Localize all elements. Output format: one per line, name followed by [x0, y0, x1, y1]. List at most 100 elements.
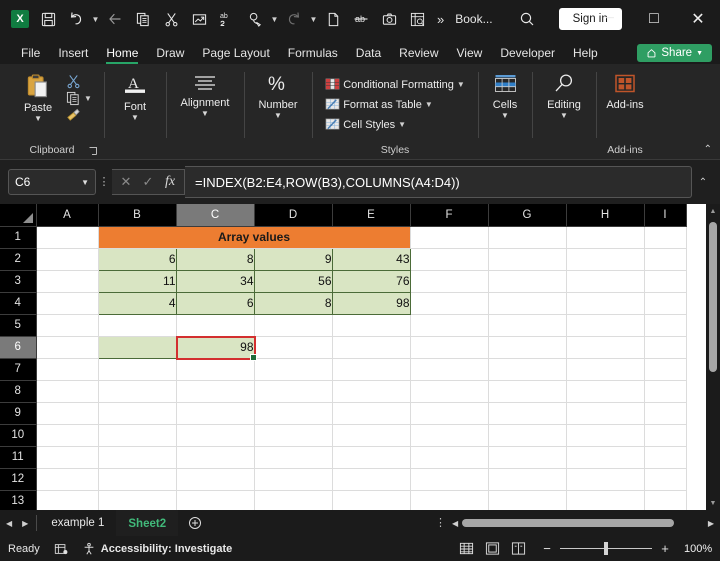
tab-developer[interactable]: Developer: [491, 46, 564, 64]
insert-chart-icon[interactable]: [185, 5, 213, 33]
cell-g6[interactable]: [488, 336, 567, 359]
scroll-up-arrow-icon[interactable]: ▲: [706, 204, 720, 218]
cell-i8[interactable]: [644, 380, 687, 403]
cell-g2[interactable]: [488, 248, 567, 271]
cell-f12[interactable]: [410, 468, 489, 491]
row-header-12[interactable]: 12: [0, 468, 37, 491]
cell-c7[interactable]: [176, 358, 255, 381]
cell-b10[interactable]: [98, 424, 177, 447]
hscroll-left-arrow-icon[interactable]: ◀: [452, 519, 458, 528]
cell-f6[interactable]: [410, 336, 489, 359]
cell-a5[interactable]: [36, 314, 99, 337]
cell-a11[interactable]: [36, 446, 99, 469]
clipboard-dialog-launcher-icon[interactable]: [88, 146, 98, 156]
cell-e10[interactable]: [332, 424, 411, 447]
zoom-out-button[interactable]: −: [541, 541, 553, 556]
cell-styles-caret-icon[interactable]: ▼: [398, 120, 406, 129]
row-header-1[interactable]: 1: [0, 226, 37, 249]
row-header-4[interactable]: 4: [0, 292, 37, 315]
cell-g4[interactable]: [488, 292, 567, 315]
cell-f10[interactable]: [410, 424, 489, 447]
tab-data[interactable]: Data: [347, 46, 390, 64]
cell-d8[interactable]: [254, 380, 333, 403]
zoom-slider-thumb[interactable]: [604, 542, 608, 555]
cell-a2[interactable]: [36, 248, 99, 271]
cell-g3[interactable]: [488, 270, 567, 293]
cell-a3[interactable]: [36, 270, 99, 293]
undo-dropdown-caret-icon[interactable]: ▼: [90, 5, 101, 33]
cell-a6[interactable]: [36, 336, 99, 359]
cell-d12[interactable]: [254, 468, 333, 491]
tab-page-layout[interactable]: Page Layout: [193, 46, 278, 64]
cell-a10[interactable]: [36, 424, 99, 447]
cell-a7[interactable]: [36, 358, 99, 381]
cell-a13[interactable]: [36, 490, 99, 510]
cell-h9[interactable]: [566, 402, 645, 425]
cell-d7[interactable]: [254, 358, 333, 381]
cell-e7[interactable]: [332, 358, 411, 381]
cell-e5[interactable]: [332, 314, 411, 337]
cell-a8[interactable]: [36, 380, 99, 403]
cell-b8[interactable]: [98, 380, 177, 403]
cell-c3[interactable]: 34: [175, 269, 255, 293]
cell-g13[interactable]: [488, 490, 567, 510]
cell-d4[interactable]: 8: [253, 291, 333, 315]
cell-styles-button[interactable]: Cell Styles ▼: [325, 117, 465, 132]
vertical-scrollbar[interactable]: ▲ ▼: [706, 204, 720, 510]
screenshot-icon[interactable]: [375, 5, 403, 33]
cell-h3[interactable]: [566, 270, 645, 293]
row-header-3[interactable]: 3: [0, 270, 37, 293]
cell-i6[interactable]: [644, 336, 687, 359]
new-file-icon[interactable]: [319, 5, 347, 33]
cell-g8[interactable]: [488, 380, 567, 403]
cell-b7[interactable]: [98, 358, 177, 381]
quick-access-overflow[interactable]: »: [431, 12, 449, 27]
name-box-caret-icon[interactable]: ▼: [81, 178, 89, 187]
cell-d13[interactable]: [254, 490, 333, 510]
find-table-icon[interactable]: [403, 5, 431, 33]
cell-d2[interactable]: 9: [253, 247, 333, 271]
cell-b4[interactable]: 4: [97, 291, 177, 315]
tab-insert[interactable]: Insert: [49, 46, 97, 64]
cell-i11[interactable]: [644, 446, 687, 469]
cell-c8[interactable]: [176, 380, 255, 403]
scroll-down-arrow-icon[interactable]: ▼: [706, 496, 720, 510]
cell-g5[interactable]: [488, 314, 567, 337]
cell-h13[interactable]: [566, 490, 645, 510]
cell-f2[interactable]: [410, 248, 489, 271]
cell-c13[interactable]: [176, 490, 255, 510]
back-arrow-icon[interactable]: [101, 5, 129, 33]
font-button[interactable]: A Font ▼: [109, 70, 161, 122]
zoom-slider[interactable]: [560, 542, 652, 555]
cell-d9[interactable]: [254, 402, 333, 425]
column-header-a[interactable]: A: [36, 204, 99, 227]
cell-f13[interactable]: [410, 490, 489, 510]
cell-g9[interactable]: [488, 402, 567, 425]
zoom-level-label[interactable]: 100%: [678, 543, 712, 555]
cell-e2[interactable]: 43: [331, 247, 411, 271]
sheet-tab-example-1[interactable]: example 1: [39, 510, 116, 536]
row-header-9[interactable]: 9: [0, 402, 37, 425]
copy-caret-icon[interactable]: ▼: [84, 94, 92, 103]
cell-h5[interactable]: [566, 314, 645, 337]
tab-file[interactable]: File: [12, 46, 49, 64]
cell-i13[interactable]: [644, 490, 687, 510]
cell-g12[interactable]: [488, 468, 567, 491]
cell-h6[interactable]: [566, 336, 645, 359]
next-sheet-icon[interactable]: ▶: [22, 519, 28, 528]
conditional-formatting-button[interactable]: Conditional Formatting ▼: [325, 77, 465, 92]
cell-i12[interactable]: [644, 468, 687, 491]
cell-i9[interactable]: [644, 402, 687, 425]
strikethrough-icon[interactable]: ab: [347, 5, 375, 33]
cell-c11[interactable]: [176, 446, 255, 469]
cell-f9[interactable]: [410, 402, 489, 425]
cut-button[interactable]: [66, 74, 92, 89]
row-header-11[interactable]: 11: [0, 446, 37, 469]
cell-b11[interactable]: [98, 446, 177, 469]
cell-e6[interactable]: [332, 336, 411, 359]
conditional-formatting-caret-icon[interactable]: ▼: [457, 80, 465, 89]
page-break-view-button[interactable]: [505, 539, 531, 559]
document-name[interactable]: Book...: [455, 12, 492, 26]
row-header-7[interactable]: 7: [0, 358, 37, 381]
column-header-i[interactable]: I: [644, 204, 687, 227]
